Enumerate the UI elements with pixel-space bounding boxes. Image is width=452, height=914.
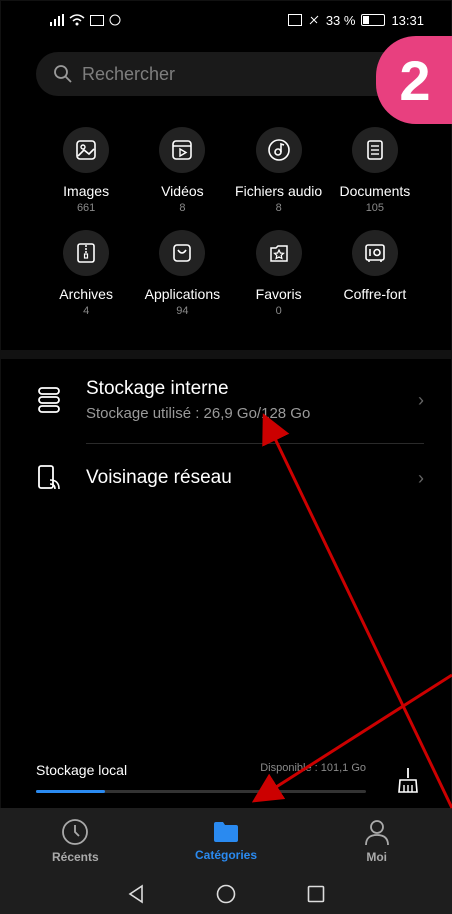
row-divider xyxy=(86,443,424,444)
clock-time: 13:31 xyxy=(391,12,424,28)
star-icon xyxy=(255,230,302,276)
internal-storage-subtitle: Stockage utilisé : 26,9 Go/128 Go xyxy=(86,405,311,422)
recents-icon[interactable] xyxy=(306,884,326,904)
local-storage-available: Disponible : 101,1 Go xyxy=(260,762,366,774)
storage-progress-fill xyxy=(36,790,106,793)
bag-icon xyxy=(159,230,206,276)
search-bar[interactable] xyxy=(36,52,426,96)
category-count: 8 xyxy=(275,202,282,214)
safe-icon xyxy=(351,230,398,276)
category-count: 0 xyxy=(275,305,282,317)
search-icon xyxy=(54,65,72,83)
category-applications[interactable]: Applications 94 xyxy=(134,230,230,317)
section-separator xyxy=(0,350,452,359)
music-icon xyxy=(255,127,302,173)
nfc-icon xyxy=(287,14,302,26)
battery-percent: 33 % xyxy=(325,12,356,28)
battery-icon xyxy=(361,14,386,26)
category-label: Images xyxy=(63,183,110,199)
tab-label: Récents xyxy=(51,850,99,864)
bottom-tab-bar: Récents Catégories Moi xyxy=(0,808,452,874)
system-nav-bar xyxy=(0,874,452,914)
category-label: Vidéos xyxy=(161,183,204,199)
local-storage-title: Stockage local xyxy=(36,762,128,778)
message-icon xyxy=(90,14,104,26)
tab-me[interactable]: Moi xyxy=(301,808,452,874)
video-icon xyxy=(159,127,206,173)
network-device-icon xyxy=(38,465,60,490)
folder-icon xyxy=(214,822,238,842)
search-input[interactable] xyxy=(80,62,384,86)
category-images[interactable]: Images 661 xyxy=(38,127,134,214)
step-badge: 2 xyxy=(376,36,452,124)
network-row[interactable]: Voisinage réseau › xyxy=(36,464,424,492)
category-count: 94 xyxy=(176,305,189,317)
tab-categories[interactable]: Catégories xyxy=(151,808,302,874)
category-audio[interactable]: Fichiers audio 8 xyxy=(231,127,327,214)
back-icon[interactable] xyxy=(126,884,146,904)
category-archives[interactable]: Archives 4 xyxy=(38,230,134,317)
wifi-icon xyxy=(69,14,85,26)
document-icon xyxy=(351,127,398,173)
category-label: Archives xyxy=(59,286,113,302)
mute-icon xyxy=(309,15,319,25)
network-title: Voisinage réseau xyxy=(86,467,232,488)
category-label: Favoris xyxy=(255,286,302,302)
tab-label: Moi xyxy=(366,850,388,864)
local-storage-section[interactable]: Stockage local Disponible : 101,1 Go xyxy=(36,762,366,793)
category-count: 105 xyxy=(365,202,385,214)
category-label: Applications xyxy=(144,286,221,302)
category-label: Documents xyxy=(339,183,411,199)
category-count: 4 xyxy=(83,305,90,317)
chevron-right-icon: › xyxy=(418,389,424,410)
category-count: 8 xyxy=(179,202,186,214)
chevron-right-icon: › xyxy=(418,467,424,488)
storage-icon xyxy=(38,387,60,413)
tab-label: Catégories xyxy=(194,848,258,862)
signal-icon xyxy=(50,14,64,26)
category-videos[interactable]: Vidéos 8 xyxy=(134,127,230,214)
clock-icon xyxy=(62,819,89,845)
home-icon[interactable] xyxy=(216,884,236,904)
broom-icon xyxy=(398,768,418,793)
cleanup-button[interactable] xyxy=(396,766,420,799)
status-bar: 33 % 13:31 xyxy=(0,0,452,40)
category-favorites[interactable]: Favoris 0 xyxy=(231,230,327,317)
step-number: 2 xyxy=(399,48,431,112)
archive-icon xyxy=(63,230,110,276)
category-label: Coffre-fort xyxy=(343,286,407,302)
image-icon xyxy=(63,127,110,173)
tab-recents[interactable]: Récents xyxy=(0,808,151,874)
categories-grid: Images 661 Vidéos 8 Fichiers audio 8 Doc… xyxy=(38,127,423,317)
category-documents[interactable]: Documents 105 xyxy=(327,127,423,214)
storage-progress-bar xyxy=(36,790,366,793)
internal-storage-row[interactable]: Stockage interne Stockage utilisé : 26,9… xyxy=(36,378,424,422)
person-icon xyxy=(364,820,389,846)
category-safe[interactable]: Coffre-fort xyxy=(327,230,423,317)
category-label: Fichiers audio xyxy=(235,183,323,199)
notification-icon xyxy=(109,14,121,26)
category-count: 661 xyxy=(76,202,96,214)
internal-storage-title: Stockage interne xyxy=(86,378,229,399)
